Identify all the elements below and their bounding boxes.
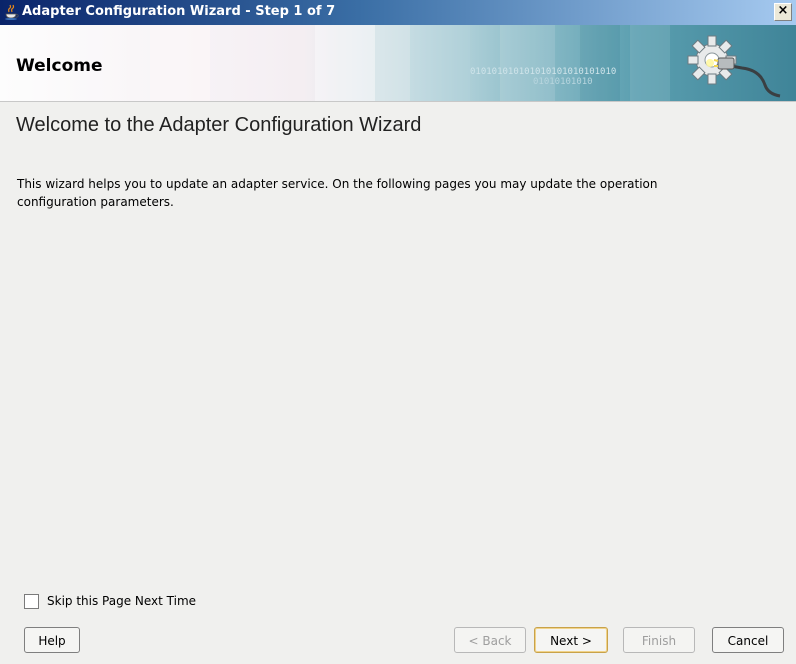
gear-plug-icon (687, 35, 781, 98)
finish-button[interactable]: Finish (623, 627, 695, 653)
window-title: Adapter Configuration Wizard - Step 1 of… (22, 4, 336, 19)
banner-heading: Welcome (16, 56, 103, 76)
page-title: Welcome to the Adapter Configuration Wiz… (16, 114, 422, 136)
skip-page-label[interactable]: Skip this Page Next Time (47, 594, 196, 608)
coffee-cup-icon (5, 4, 19, 20)
wizard-window: Adapter Configuration Wizard - Step 1 of… (0, 0, 796, 664)
page-description: This wizard helps you to update an adapt… (17, 177, 658, 209)
wizard-banner: Welcome 010101010101010101010101010 0101… (0, 25, 796, 102)
banner-binary-text: 010101010101010101010101010 (470, 67, 617, 77)
title-bar[interactable]: Adapter Configuration Wizard - Step 1 of… (0, 0, 796, 25)
skip-page-checkbox[interactable] (24, 594, 39, 609)
wizard-content: Welcome to the Adapter Configuration Wiz… (0, 102, 796, 562)
close-button[interactable]: × (774, 3, 792, 21)
cancel-button[interactable]: Cancel (712, 627, 784, 653)
help-button[interactable]: Help (24, 627, 80, 653)
back-button[interactable]: < Back (454, 627, 526, 653)
next-button[interactable]: Next > (534, 627, 608, 653)
banner-binary-text-2: 01010101010 (533, 77, 593, 87)
